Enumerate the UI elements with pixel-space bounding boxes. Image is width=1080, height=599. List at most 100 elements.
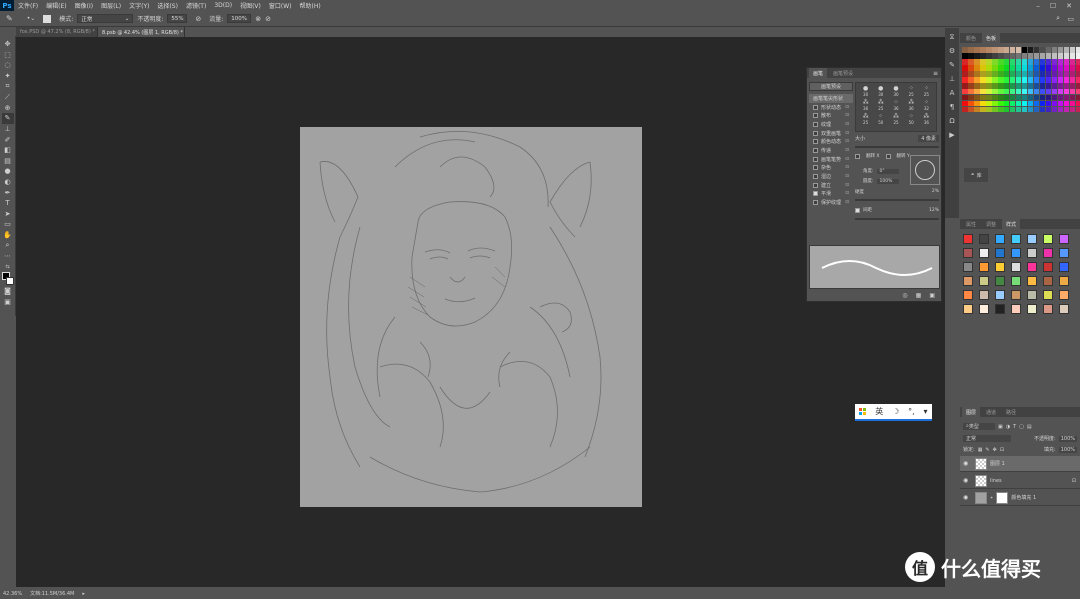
hardness-value[interactable]: 2% [932, 189, 939, 195]
swatch[interactable] [1057, 47, 1064, 53]
flip-x-checkbox[interactable] [855, 153, 860, 159]
swatch[interactable] [1039, 88, 1046, 95]
swatch[interactable] [1063, 70, 1070, 77]
quick-select-tool-icon[interactable]: ✦ [2, 71, 14, 82]
option-smoothing[interactable]: 平滑 ⊡ [809, 190, 853, 199]
menu-filter[interactable]: 滤镜(T) [182, 1, 210, 10]
brush-tip[interactable]: ● 30 [888, 85, 903, 99]
style-tile[interactable] [1043, 290, 1053, 300]
spacing-value[interactable]: 12% [929, 208, 939, 213]
style-tile[interactable] [979, 276, 989, 286]
swatch[interactable] [1075, 106, 1080, 113]
menu-file[interactable]: 文件(F) [14, 1, 42, 10]
menu-view[interactable]: 视图(V) [236, 1, 265, 10]
blend-mode-select[interactable]: 正常 [963, 435, 1011, 442]
swatch[interactable] [1015, 58, 1022, 65]
style-tile[interactable] [995, 276, 1005, 286]
swatch[interactable] [979, 88, 986, 95]
lock-icon[interactable]: ⊡ [845, 191, 849, 196]
swatch[interactable] [973, 94, 980, 101]
grid-icon[interactable]: ▦ [916, 292, 922, 299]
swatch[interactable] [1051, 94, 1058, 101]
swatch[interactable] [1033, 106, 1040, 113]
spacing-slider[interactable] [855, 218, 939, 220]
menu-type[interactable]: 文字(Y) [125, 1, 153, 10]
swatch[interactable] [1057, 52, 1064, 59]
lock-icon[interactable]: ⊡ [845, 157, 849, 162]
style-tile[interactable] [1059, 290, 1069, 300]
windows-logo-icon[interactable] [859, 408, 867, 415]
swatch[interactable] [1021, 64, 1028, 71]
swatch[interactable] [985, 64, 992, 71]
swatch[interactable] [962, 64, 968, 71]
layer-name[interactable]: 图层 1 [990, 460, 1005, 467]
swatch[interactable] [1045, 58, 1052, 65]
swatch[interactable] [1075, 52, 1080, 59]
option-dual-brush[interactable]: 双重画笔 ⊡ [809, 129, 853, 138]
brush-presets-button[interactable]: 画笔预设 [809, 82, 853, 91]
style-tile[interactable] [1027, 248, 1037, 258]
mode-select[interactable]: 正常 ⌄ [77, 14, 134, 23]
brush-presets-icon[interactable]: ✎ [947, 60, 957, 70]
swatch[interactable] [1039, 52, 1046, 59]
swatch[interactable] [1027, 76, 1034, 83]
visibility-eye-icon[interactable]: ◉ [963, 477, 972, 484]
lock-icon[interactable]: ⊡ [845, 139, 849, 144]
swatch[interactable] [1039, 106, 1046, 113]
tab-layers[interactable]: 图层 [962, 407, 981, 417]
swatch[interactable] [997, 58, 1004, 65]
style-tile[interactable] [1043, 304, 1053, 314]
swatch[interactable] [1003, 88, 1010, 95]
checkbox[interactable] [813, 174, 818, 180]
swatch[interactable] [1057, 100, 1064, 107]
swatch[interactable] [1027, 94, 1034, 101]
style-tile[interactable] [1027, 290, 1037, 300]
swatch[interactable] [997, 82, 1004, 89]
swatch[interactable] [1015, 88, 1022, 95]
swatch[interactable] [1057, 76, 1064, 83]
swatch[interactable] [1027, 64, 1034, 71]
style-tile[interactable] [963, 304, 973, 314]
swatch[interactable] [991, 106, 998, 113]
tab-brush-presets[interactable]: 画笔预设 [829, 68, 857, 78]
style-tile[interactable] [1011, 276, 1021, 286]
checkbox-checked[interactable] [813, 191, 818, 197]
menu-3d[interactable]: 3D(D) [210, 2, 236, 9]
hardness-slider[interactable] [855, 199, 939, 201]
checkbox[interactable] [813, 200, 818, 206]
lock-icon[interactable]: ⊡ [845, 165, 849, 170]
swatch[interactable] [1009, 58, 1016, 65]
swatch[interactable] [991, 76, 998, 83]
option-scattering[interactable]: 散布 ⊡ [809, 111, 853, 120]
swatch[interactable] [1033, 88, 1040, 95]
style-tile[interactable] [1059, 276, 1069, 286]
layer-opacity-field[interactable]: 100% [1058, 435, 1077, 442]
swatch[interactable] [1003, 58, 1010, 65]
swatch[interactable] [1009, 70, 1016, 77]
style-tile[interactable] [963, 248, 973, 258]
swatch[interactable] [1069, 88, 1076, 95]
swatch[interactable] [1027, 58, 1034, 65]
swatch[interactable] [1021, 76, 1028, 83]
brush-tip[interactable]: ⁘ 50 [873, 113, 888, 127]
brush-tip[interactable]: ⁂ 36 [858, 99, 873, 113]
move-tool-icon[interactable]: ✥ [2, 39, 14, 50]
hand-tool-icon[interactable]: ✋ [2, 230, 14, 241]
swatch[interactable] [967, 47, 974, 53]
swatch[interactable] [967, 70, 974, 77]
layer-name[interactable]: 颜色填充 1 [1011, 494, 1036, 501]
brush-tip[interactable]: ⁘ 32 [919, 99, 934, 113]
swatch[interactable] [997, 47, 1004, 53]
swatch[interactable] [1075, 94, 1080, 101]
tab-color[interactable]: 颜色 [962, 33, 980, 43]
style-tile[interactable] [963, 290, 973, 300]
swatch[interactable] [985, 94, 992, 101]
option-texture[interactable]: 纹理 ⊡ [809, 120, 853, 129]
swatch[interactable] [1051, 70, 1058, 77]
swatch[interactable] [991, 52, 998, 59]
lock-move-icon[interactable]: ✥ [993, 447, 997, 453]
lock-all-icon[interactable]: ⊡ [1000, 447, 1004, 453]
swatch[interactable] [962, 82, 968, 89]
swatch[interactable] [967, 94, 974, 101]
swatch[interactable] [1063, 100, 1070, 107]
